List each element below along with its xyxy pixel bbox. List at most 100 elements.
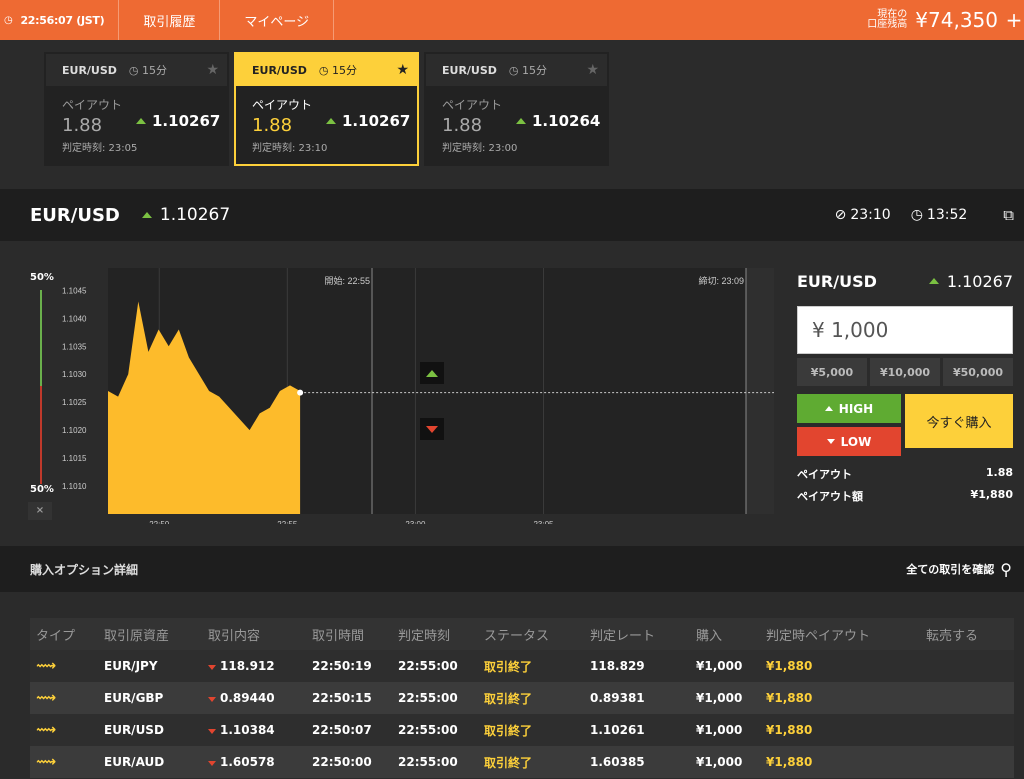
payout-amount-label: ペイアウト額 (797, 490, 863, 503)
remaining-time-value: 13:52 (926, 207, 968, 223)
asset-bar: EUR/USD 1.10267 ⊘ 23:10 ◷ 13:52 ⧉ (0, 189, 1024, 241)
chart-plot: 1.1045 1.1040 1.1035 1.1030 1.1025 1.1020 1.10… (62, 268, 774, 524)
row-status: 取引終了 (484, 691, 533, 706)
table-header: タイプ 取引原資産 取引内容 取引時間 判定時刻 ステータス 判定レート 購入 … (30, 618, 1014, 650)
close-time-value: 23:10 (850, 207, 891, 223)
meter-low-bar (40, 386, 42, 484)
card-duration-text: 15分 (522, 64, 548, 77)
y-tick-label: 1.1045 (62, 286, 87, 295)
clock-icon: ◷ (4, 14, 13, 26)
quick-amount-10000[interactable]: ¥10,000 (870, 358, 940, 386)
row-rate: 1.10261 (590, 723, 645, 737)
row-entry: 1.10384 (208, 723, 312, 737)
up-arrow-icon (326, 118, 336, 124)
star-icon[interactable]: ★ (586, 62, 599, 78)
card-pair: EUR/USD (442, 63, 497, 77)
price-chart: 50% 50% × 1.1045 1.1040 1.1035 1.1030 1.1025… (28, 264, 776, 524)
row-purchase: ¥1,000 (696, 691, 743, 705)
low-button[interactable]: LOW (797, 427, 901, 456)
meter-top-label: 50% (30, 272, 54, 283)
asset-pair: EUR/USD (30, 204, 120, 226)
card-payout-label: ペイアウト (252, 98, 313, 112)
row-time: 22:50:00 (312, 755, 372, 769)
row-payout: ¥1,880 (766, 723, 813, 737)
row-time: 22:50:07 (312, 723, 372, 737)
card-duration: ◷ 15分 (509, 62, 547, 78)
row-expiry: 22:55:00 (398, 755, 458, 769)
top-bar: ◷ 22:56:07 (JST) 取引履歴 マイページ 現在の 口座残高 ¥74… (0, 0, 1024, 40)
meter-bottom-label: 50% (30, 484, 54, 495)
table-row[interactable]: ⟿ EUR/USD 1.10384 22:50:07 22:55:00 取引終了… (30, 714, 1014, 746)
clock-icon: ◷ (318, 64, 333, 77)
balance-amount: ¥74,350 (915, 8, 998, 32)
option-card[interactable]: EUR/USD ◷ 15分 ★ ペイアウト 1.88 1.10267 判定時刻:… (44, 52, 229, 166)
close-icon[interactable]: × (28, 502, 52, 520)
asset-rate: 1.10267 (141, 205, 230, 225)
plus-icon[interactable]: + (1004, 8, 1024, 32)
clock-icon: ◷ (508, 64, 523, 77)
type-icon: ⟿ (36, 658, 57, 674)
payout-row: ペイアウト 1.88 (797, 466, 1013, 482)
no-entry-icon: ⊘ (834, 207, 847, 223)
buy-now-button[interactable]: 今すぐ購入 (905, 394, 1013, 448)
expand-chart-icon[interactable]: ⧉ (1003, 206, 1014, 224)
view-all-label: 全ての取引を確認 (906, 563, 995, 576)
details-title: 購入オプション詳細 (30, 562, 139, 577)
col-resell: 転売する (926, 628, 979, 644)
row-payout: ¥1,880 (766, 659, 813, 673)
card-rate-value: 1.10267 (152, 112, 221, 130)
y-tick-label: 1.1010 (62, 482, 87, 491)
clock-time: 22:56:07 (JST) (20, 13, 105, 27)
panel-rate-value: 1.10267 (946, 271, 1013, 291)
row-rate: 1.60385 (590, 755, 645, 769)
col-type: タイプ (36, 628, 76, 644)
table-row[interactable]: ⟿ EUR/GBP 0.89440 22:50:15 22:55:00 取引終了… (30, 682, 1014, 714)
type-icon: ⟿ (36, 722, 57, 738)
remaining-time: ◷ 13:52 (911, 207, 968, 223)
row-expiry: 22:55:00 (398, 659, 458, 673)
nav-trade-history[interactable]: 取引履歴 (119, 0, 221, 40)
x-tick-label: 22:55 (277, 520, 298, 524)
quick-amount-5000[interactable]: ¥5,000 (797, 358, 867, 386)
start-label: 開始: 22:55 (324, 275, 370, 286)
high-button[interactable]: HIGH (797, 394, 901, 423)
y-tick-label: 1.1025 (62, 398, 87, 407)
row-purchase: ¥1,000 (696, 755, 743, 769)
col-time: 取引時間 (312, 628, 365, 644)
quick-amount-50000[interactable]: ¥50,000 (943, 358, 1013, 386)
card-duration: ◷ 15分 (129, 62, 167, 78)
row-entry: 1.60578 (208, 755, 312, 769)
card-rate-value: 1.10267 (342, 112, 411, 130)
row-payout: ¥1,880 (766, 755, 813, 769)
low-label: LOW (840, 434, 872, 449)
trade-panel: EUR/USD 1.10267 ¥ 1,000 ¥5,000 ¥10,000 ¥… (797, 268, 1013, 504)
star-icon[interactable]: ★ (206, 62, 219, 78)
up-arrow-icon (136, 118, 146, 124)
table-row[interactable]: ⟿ EUR/JPY 118.912 22:50:19 22:55:00 取引終了… (30, 650, 1014, 682)
table-row[interactable]: ⟿ EUR/AUD 1.60578 22:50:00 22:55:00 取引終了… (30, 746, 1014, 778)
option-card-selected[interactable]: EUR/USD ◷ 15分 ★ ペイアウト 1.88 1.10267 判定時刻:… (234, 52, 419, 166)
search-icon: ⚲ (1000, 559, 1012, 579)
row-purchase: ¥1,000 (696, 723, 743, 737)
row-entry: 0.89440 (208, 691, 312, 705)
nav-my-page[interactable]: マイページ (220, 0, 335, 40)
row-asset: EUR/JPY (104, 659, 158, 673)
type-icon: ⟿ (36, 690, 57, 706)
y-tick-label: 1.1035 (62, 342, 87, 351)
row-entry-value: 1.60578 (220, 755, 275, 769)
down-arrow-icon (208, 665, 216, 670)
type-icon: ⟿ (36, 754, 57, 770)
row-asset: EUR/GBP (104, 691, 164, 705)
payout-amount-row: ペイアウト額 ¥1,880 (797, 488, 1013, 504)
view-all-trades-link[interactable]: 全ての取引を確認 ⚲ (906, 560, 1012, 579)
amount-input[interactable]: ¥ 1,000 (797, 306, 1013, 354)
star-icon[interactable]: ★ (396, 62, 409, 78)
up-arrow-icon (516, 118, 526, 124)
row-entry-value: 0.89440 (220, 691, 275, 705)
row-expiry: 22:55:00 (398, 691, 458, 705)
row-rate: 118.829 (590, 659, 645, 673)
option-card[interactable]: EUR/USD ◷ 15分 ★ ペイアウト 1.88 1.10264 判定時刻:… (424, 52, 609, 166)
row-time: 22:50:19 (312, 659, 372, 673)
payout-value: 1.88 (985, 466, 1013, 479)
up-arrow-icon (824, 406, 833, 411)
